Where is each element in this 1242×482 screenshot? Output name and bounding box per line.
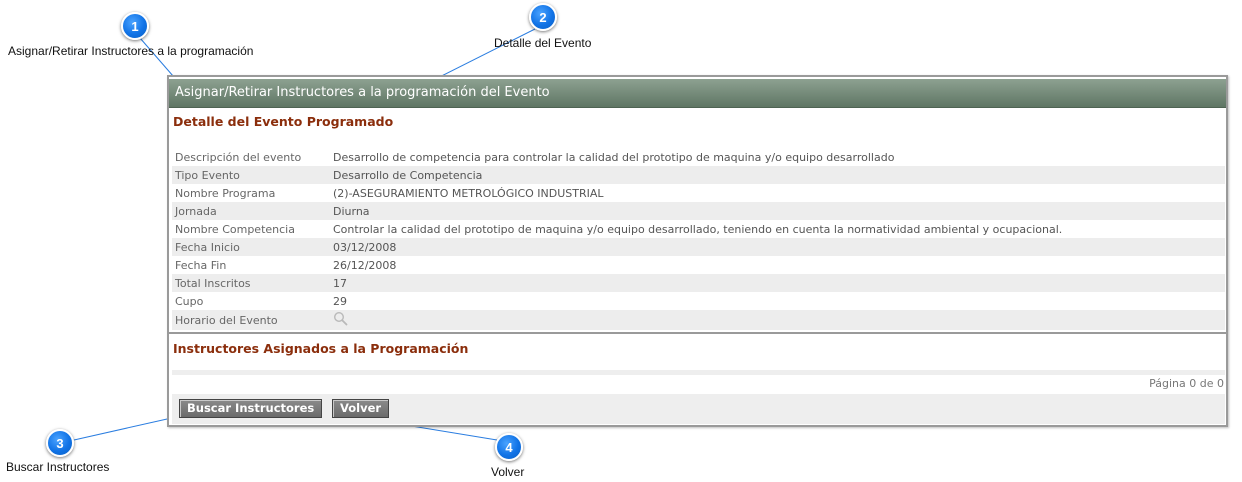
callout-badge-3: 3 (46, 429, 74, 457)
detail-row: Jornada Diurna (172, 202, 1225, 220)
detail-value: (2)-ASEGURAMIENTO METROLÓGICO INDUSTRIAL (333, 186, 604, 200)
detail-row: Tipo Evento Desarrollo de Competencia (172, 166, 1225, 184)
detail-value: Desarrollo de competencia para controlar… (333, 150, 895, 164)
detail-value: Desarrollo de Competencia (330, 166, 1225, 184)
schedule-cell[interactable] (330, 310, 1225, 330)
detail-value: Controlar la calidad del prototipo de ma… (333, 222, 1063, 236)
detail-label: Nombre Programa (175, 186, 276, 200)
detail-row: Descripción del evento Desarrollo de com… (172, 148, 1225, 166)
detail-label: Fecha Fin (175, 258, 227, 272)
callout-line-3 (73, 416, 177, 441)
callout-badge-2: 2 (529, 3, 557, 31)
callout-label-3: Buscar Instructores (6, 460, 110, 474)
detail-label: Nombre Competencia (175, 222, 295, 236)
callout-badge-1: 1 (121, 12, 149, 40)
detail-label: Descripción del evento (175, 150, 302, 164)
event-detail-table: Descripción del evento Desarrollo de com… (172, 148, 1225, 330)
detail-value: 29 (333, 294, 347, 308)
detail-row: Horario del Evento (172, 310, 1225, 330)
detail-value: 17 (330, 274, 1225, 292)
detail-section-title: Detalle del Evento Programado (173, 114, 394, 129)
event-panel: Asignar/Retirar Instructores a la progra… (167, 75, 1228, 427)
detail-value: Diurna (330, 202, 1225, 220)
detail-label: Jornada (172, 202, 330, 220)
instructors-section: Instructores Asignados a la Programación (169, 335, 1226, 363)
panel-title: Asignar/Retirar Instructores a la progra… (169, 79, 1226, 108)
back-button[interactable]: Volver (332, 399, 390, 418)
instructors-list-empty (172, 370, 1225, 375)
detail-row: Total Inscritos 17 (172, 274, 1225, 292)
detail-row: Fecha Inicio 03/12/2008 (172, 238, 1225, 256)
instructors-section-title: Instructores Asignados a la Programación (173, 341, 469, 356)
detail-row: Fecha Fin 26/12/2008 (172, 256, 1225, 274)
callout-label-1: Asignar/Retirar Instructores a la progra… (8, 44, 254, 58)
detail-row: Nombre Programa (2)-ASEGURAMIENTO METROL… (172, 184, 1225, 202)
search-instructors-button[interactable]: Buscar Instructores (179, 399, 323, 418)
detail-label: Total Inscritos (172, 274, 330, 292)
callout-label-4: Volver (491, 465, 525, 479)
detail-row: Cupo 29 (172, 292, 1225, 310)
detail-label: Fecha Inicio (172, 238, 330, 256)
detail-value: 26/12/2008 (333, 258, 397, 272)
callout-label-2: Detalle del Evento (494, 36, 592, 50)
pagination-info: Página 0 de 0 (1149, 377, 1224, 390)
detail-label: Cupo (175, 294, 204, 308)
detail-label: Tipo Evento (172, 166, 330, 184)
detail-label: Horario del Evento (172, 310, 330, 330)
detail-row: Nombre Competencia Controlar la calidad … (172, 220, 1225, 238)
search-icon[interactable] (333, 311, 348, 329)
detail-value: 03/12/2008 (330, 238, 1225, 256)
button-bar: Buscar Instructores Volver (172, 394, 1225, 424)
section-divider (169, 332, 1226, 334)
callout-badge-4: 4 (495, 433, 523, 461)
